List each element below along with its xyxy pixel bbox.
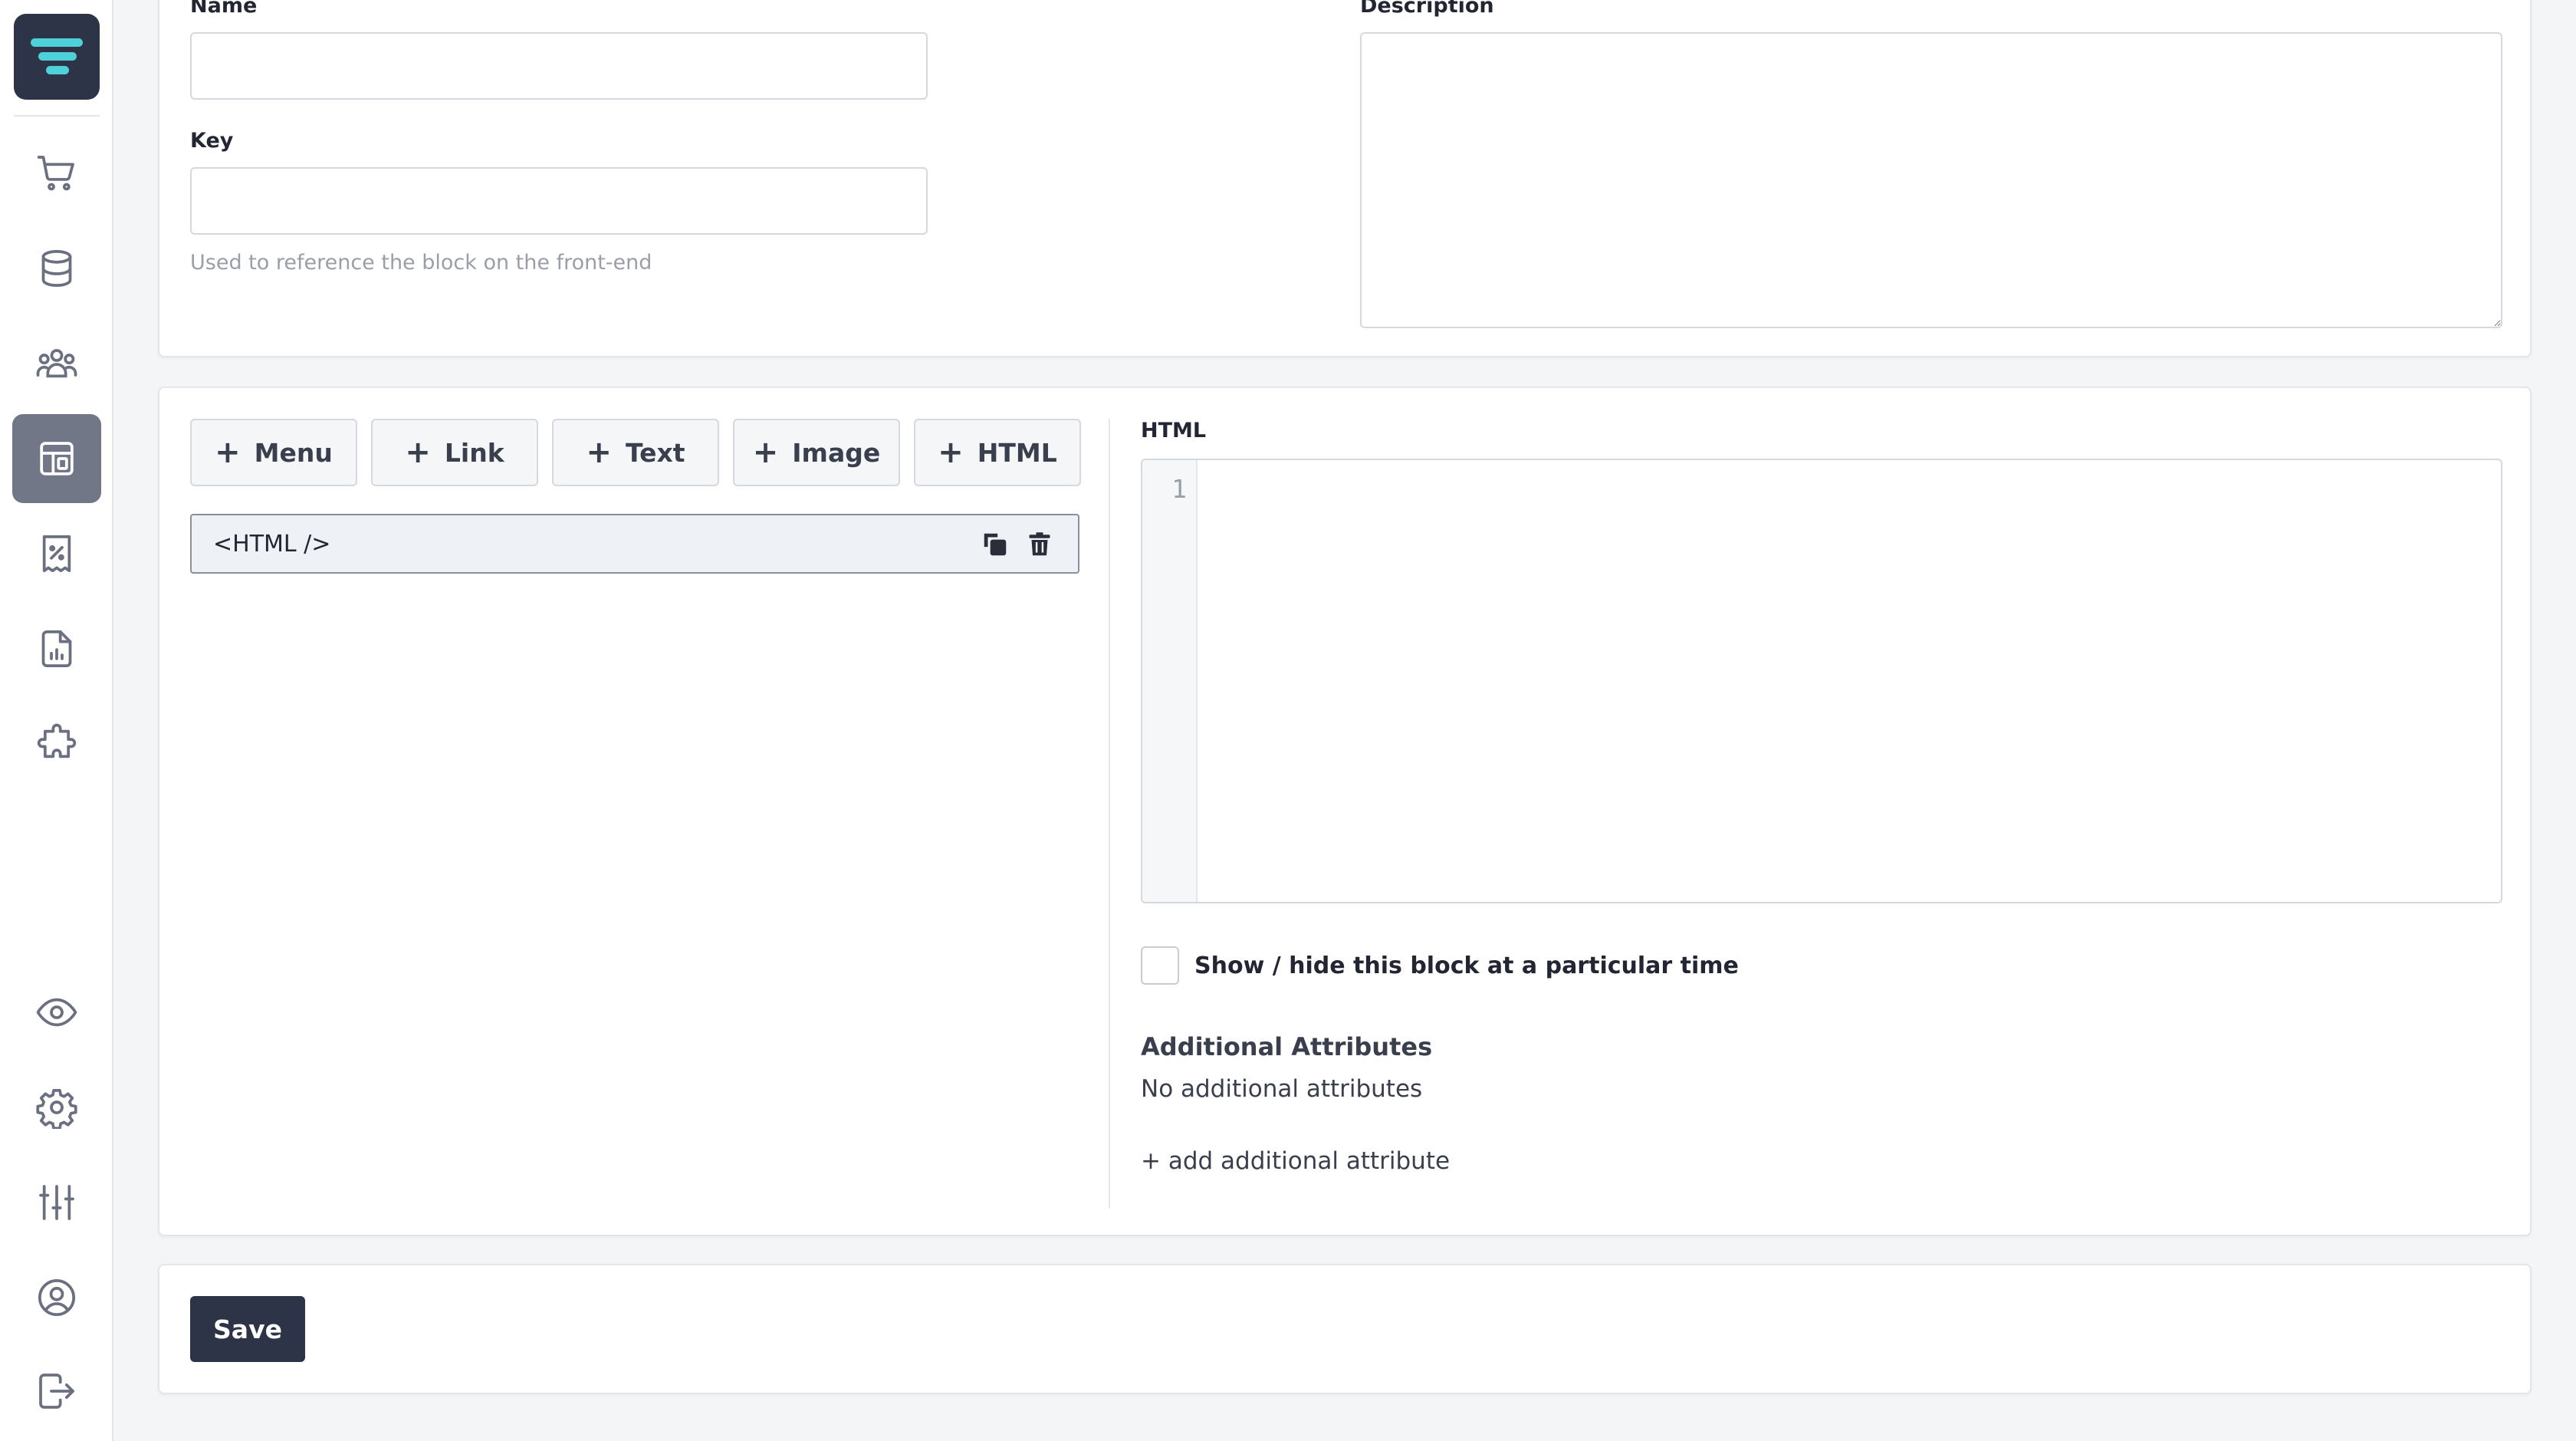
app-logo[interactable] bbox=[14, 14, 100, 100]
add-text-button[interactable]: + Text bbox=[552, 419, 719, 486]
sidebar-item-content[interactable] bbox=[12, 414, 101, 503]
logout-icon bbox=[39, 1374, 74, 1409]
block-details-card: Name Key Used to reference the block on … bbox=[158, 0, 2532, 357]
plus-icon: + bbox=[215, 435, 241, 470]
users-group-icon bbox=[36, 349, 77, 378]
sidebar-item-account[interactable] bbox=[12, 1253, 101, 1342]
add-text-label: Text bbox=[625, 437, 685, 468]
database-icon bbox=[41, 249, 72, 288]
sidebar-item-catalog[interactable] bbox=[12, 224, 101, 313]
puzzle-icon bbox=[37, 723, 77, 758]
line-numbers: 1 bbox=[1142, 460, 1198, 902]
key-label: Key bbox=[190, 129, 234, 153]
duplicate-block-button[interactable] bbox=[978, 528, 1012, 561]
plus-icon: + bbox=[752, 435, 779, 470]
sidebar-item-reports[interactable] bbox=[12, 604, 101, 693]
sidebar-item-settings[interactable] bbox=[12, 1063, 101, 1152]
sidebar-divider bbox=[14, 115, 100, 117]
description-label: Description bbox=[1360, 0, 1494, 18]
plus-icon: + bbox=[586, 435, 612, 470]
save-button[interactable]: Save bbox=[190, 1296, 305, 1362]
sidebar-item-orders[interactable] bbox=[12, 129, 101, 218]
actions-card: Save bbox=[158, 1264, 2532, 1394]
schedule-label[interactable]: Show / hide this block at a particular t… bbox=[1194, 952, 1739, 979]
delete-block-button[interactable] bbox=[1023, 528, 1056, 561]
add-image-button[interactable]: + Image bbox=[733, 419, 900, 486]
description-textarea[interactable] bbox=[1360, 32, 2502, 328]
html-label: HTML bbox=[1141, 419, 1207, 442]
shopping-cart-icon bbox=[37, 156, 74, 191]
add-image-label: Image bbox=[792, 437, 881, 468]
block-tag: <HTML /> bbox=[213, 531, 331, 558]
eye-icon bbox=[36, 998, 77, 1027]
add-html-label: HTML bbox=[977, 437, 1057, 468]
logo-icon bbox=[31, 38, 83, 74]
name-label: Name bbox=[190, 0, 258, 18]
key-input[interactable] bbox=[190, 167, 928, 235]
discount-receipt-icon bbox=[42, 535, 71, 573]
plus-icon: + bbox=[938, 435, 964, 470]
line-number: 1 bbox=[1171, 474, 1187, 504]
plus-icon: + bbox=[405, 435, 431, 470]
trash-icon bbox=[1029, 532, 1050, 556]
sidebar-item-preview[interactable] bbox=[12, 968, 101, 1057]
add-link-label: Link bbox=[444, 437, 504, 468]
add-menu-label: Menu bbox=[254, 437, 333, 468]
sidebar-item-discounts[interactable] bbox=[12, 509, 101, 598]
additional-attributes-title: Additional Attributes bbox=[1141, 1032, 1433, 1061]
add-attribute-link[interactable]: + add additional attribute bbox=[1141, 1147, 1450, 1175]
block-list-item[interactable]: <HTML /> bbox=[190, 514, 1079, 574]
user-circle-icon bbox=[38, 1278, 76, 1317]
sidebar bbox=[0, 0, 113, 1441]
name-input[interactable] bbox=[190, 32, 928, 100]
report-icon bbox=[41, 630, 72, 668]
no-attributes-text: No additional attributes bbox=[1141, 1075, 1423, 1103]
layout-icon bbox=[40, 442, 74, 475]
sidebar-item-logout[interactable] bbox=[12, 1347, 101, 1436]
add-menu-button[interactable]: + Menu bbox=[190, 419, 357, 486]
gear-icon bbox=[36, 1088, 77, 1129]
copy-icon bbox=[984, 533, 1007, 556]
key-hint: Used to reference the block on the front… bbox=[190, 251, 652, 275]
sidebar-item-extensions[interactable] bbox=[12, 699, 101, 788]
html-code-editor[interactable]: 1 bbox=[1141, 459, 2502, 903]
sliders-icon bbox=[39, 1185, 74, 1220]
builder-divider bbox=[1109, 419, 1110, 1209]
add-link-button[interactable]: + Link bbox=[371, 419, 538, 486]
sidebar-item-customers[interactable] bbox=[12, 319, 101, 408]
schedule-checkbox[interactable] bbox=[1141, 946, 1179, 985]
add-html-button[interactable]: + HTML bbox=[914, 419, 1081, 486]
block-builder-card: + Menu + Link + Text + Image + HTML <HTM… bbox=[158, 387, 2532, 1236]
sidebar-item-preferences[interactable] bbox=[12, 1158, 101, 1247]
